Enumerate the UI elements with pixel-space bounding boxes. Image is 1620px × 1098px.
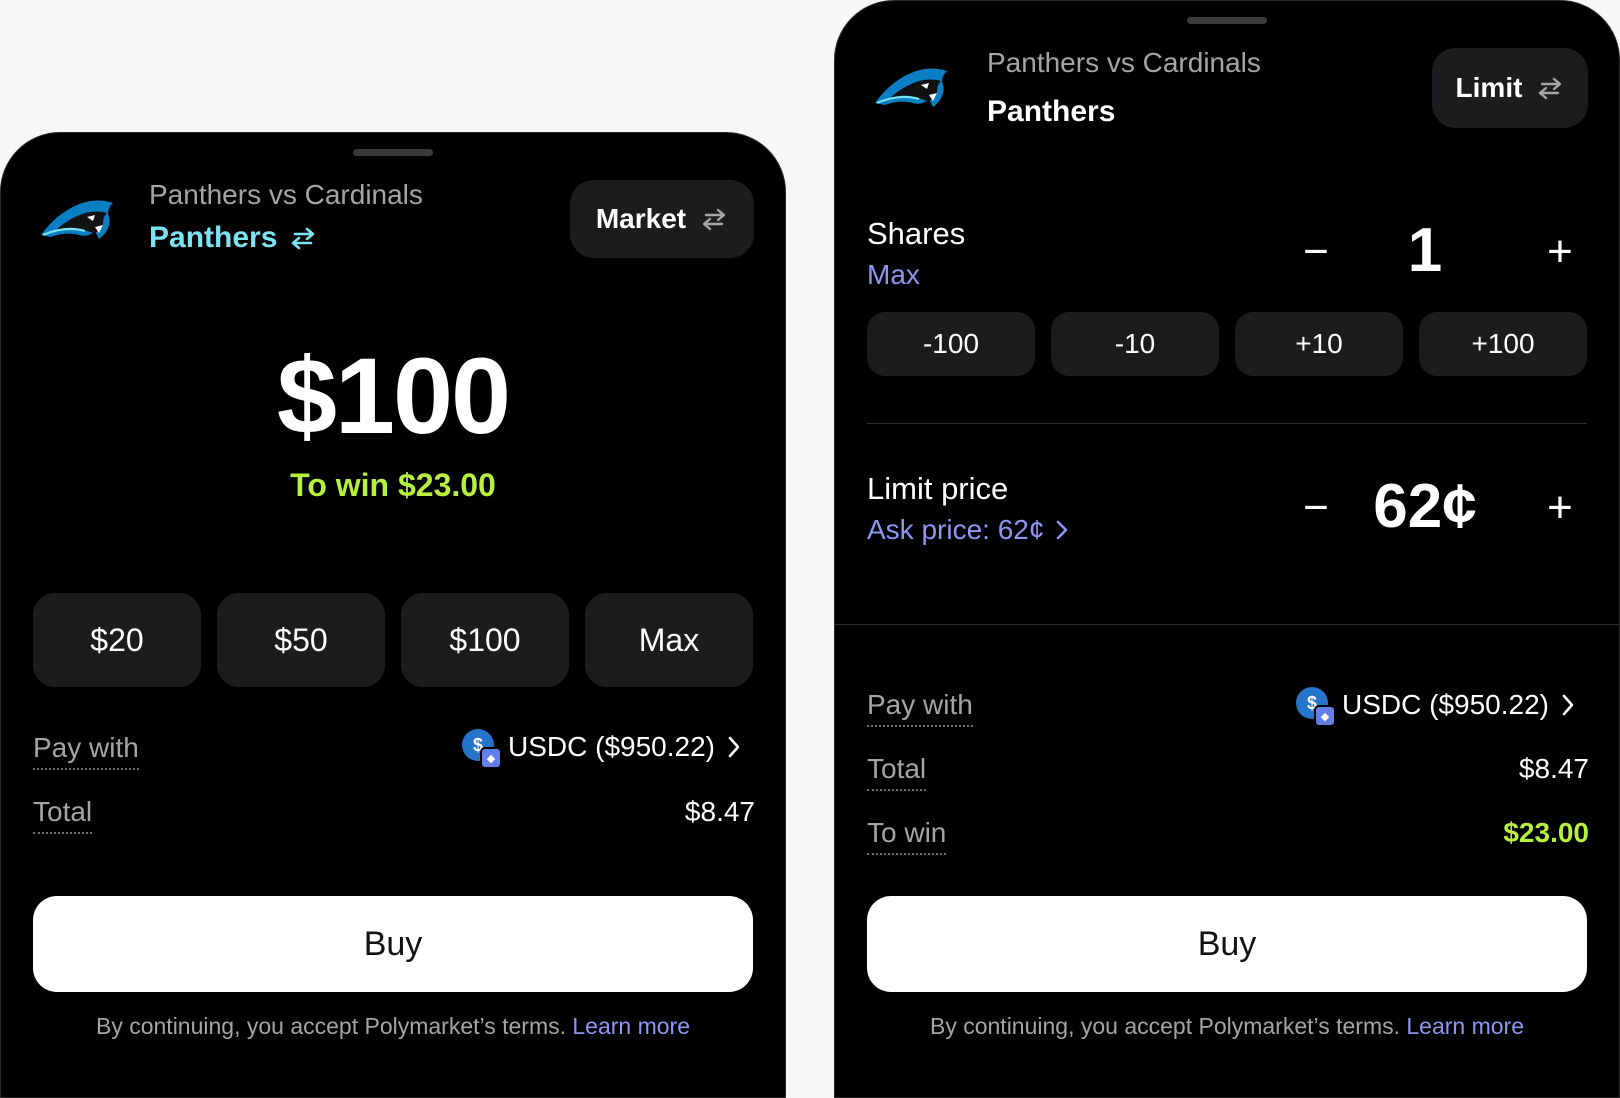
quick-amount-max-button[interactable]: Max: [585, 593, 753, 687]
chevron-right-icon: [728, 736, 740, 758]
limit-price-decrement-button[interactable]: −: [1291, 483, 1341, 533]
total-label: Total: [33, 796, 93, 834]
terms-notice: By continuing, you accept Polymarket’s t…: [1, 1013, 785, 1040]
to-win-value: $23.00: [1503, 817, 1589, 848]
swap-arrows-icon: [292, 227, 315, 250]
terms-notice: By continuing, you accept Polymarket’s t…: [835, 1013, 1619, 1040]
total-value: $8.47: [1518, 753, 1589, 784]
pay-with-label: Pay with: [33, 732, 139, 770]
team-name: Panthers: [987, 95, 1116, 128]
shares-max-link[interactable]: Max: [867, 259, 920, 291]
swap-arrows-icon: [702, 208, 726, 231]
terms-text: By continuing, you accept Polymarket’s t…: [95, 1013, 566, 1039]
match-title: Panthers vs Cardinals: [987, 47, 1261, 78]
team-name: Panthers: [149, 221, 278, 254]
terms-text: By continuing, you accept Polymarket’s t…: [929, 1013, 1400, 1039]
section-divider: [835, 624, 1619, 625]
market-order-sheet: Panthers vs Cardinals Panthers Market $1…: [0, 132, 786, 1098]
learn-more-link[interactable]: Learn more: [1406, 1013, 1524, 1039]
panther-logo-icon: [41, 200, 113, 239]
order-type-toggle[interactable]: Limit: [1432, 48, 1588, 128]
shares-increment-button[interactable]: +: [1535, 227, 1585, 277]
limit-price-value[interactable]: 62¢: [1335, 471, 1515, 542]
limit-price-increment-button[interactable]: +: [1535, 483, 1585, 533]
order-type-label: Market: [595, 203, 687, 234]
order-type-toggle[interactable]: Market: [570, 180, 754, 258]
match-title: Panthers vs Cardinals: [149, 179, 423, 210]
payment-method-value: USDC ($950.22): [508, 731, 715, 762]
shares-minus-100-button[interactable]: -100: [867, 312, 1035, 376]
to-win-amount: To win $23.00: [290, 467, 496, 503]
to-win-label: To win: [867, 817, 947, 855]
shares-value[interactable]: 1: [1355, 215, 1495, 286]
usdc-coin-icon: $ ◆: [462, 729, 503, 769]
shares-plus-10-button[interactable]: +10: [1235, 312, 1403, 376]
quick-amount-100-button[interactable]: $100: [401, 593, 569, 687]
sheet-grabber[interactable]: [353, 149, 433, 156]
chevron-right-icon: [1057, 520, 1068, 540]
section-divider: [867, 423, 1587, 424]
order-type-label: Limit: [1455, 72, 1523, 103]
quick-amount-20-button[interactable]: $20: [33, 593, 201, 687]
usdc-coin-icon: $ ◆: [1296, 687, 1337, 727]
buy-button[interactable]: Buy: [33, 896, 753, 992]
sheet-grabber[interactable]: [1187, 17, 1267, 24]
total-value: $8.47: [684, 796, 755, 827]
buy-button[interactable]: Buy: [867, 896, 1587, 992]
shares-decrement-button[interactable]: −: [1291, 227, 1341, 277]
quick-amount-50-button[interactable]: $50: [217, 593, 385, 687]
panther-logo-icon: [875, 68, 947, 107]
team-selector[interactable]: Panthers: [149, 221, 317, 255]
total-label: Total: [867, 753, 927, 791]
shares-plus-100-button[interactable]: +100: [1419, 312, 1587, 376]
shares-minus-10-button[interactable]: -10: [1051, 312, 1219, 376]
limit-order-sheet: Panthers vs Cardinals Panthers Limit Sha…: [834, 0, 1620, 1098]
payment-method-selector[interactable]: $ ◆ USDC ($950.22): [462, 729, 743, 769]
payment-method-value: USDC ($950.22): [1342, 689, 1549, 720]
chevron-right-icon: [1562, 694, 1574, 716]
order-amount[interactable]: $100: [1, 333, 785, 458]
swap-arrows-icon: [1539, 77, 1562, 100]
payment-method-selector[interactable]: $ ◆ USDC ($950.22): [1296, 687, 1577, 727]
limit-price-label: Limit price: [867, 471, 1009, 506]
pay-with-label: Pay with: [867, 689, 973, 727]
ask-price-link[interactable]: Ask price: 62¢: [867, 514, 1070, 546]
learn-more-link[interactable]: Learn more: [572, 1013, 690, 1039]
shares-label: Shares: [867, 216, 966, 251]
ask-price-text: Ask price: 62¢: [867, 514, 1045, 545]
